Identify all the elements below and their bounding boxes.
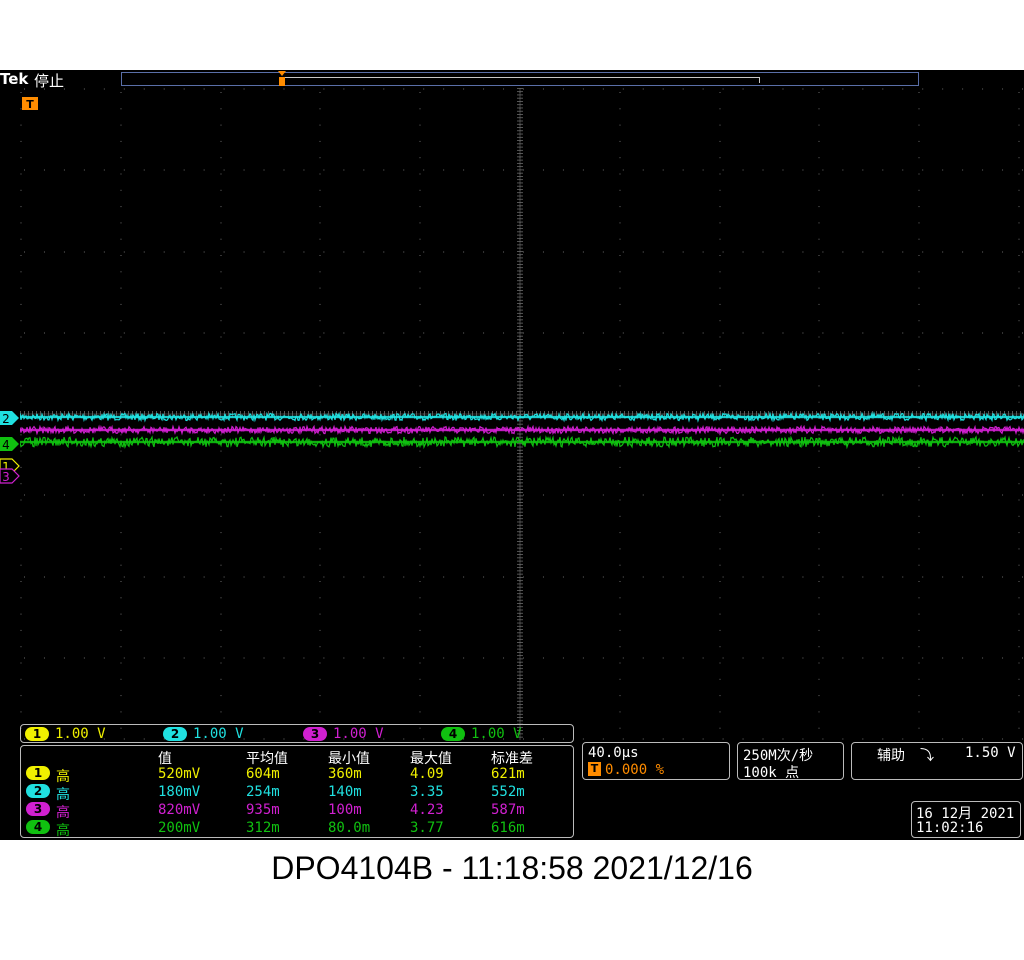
channel-4-scale-value: 1.00 V xyxy=(471,726,522,742)
waveform-traces xyxy=(20,411,1024,450)
row-min: 140m xyxy=(328,784,362,800)
trigger-position-icon: T xyxy=(588,762,601,776)
horizontal-scale: 40.0µs xyxy=(588,745,639,761)
waveform-display: T xyxy=(20,88,1024,740)
row-value: 520mV xyxy=(158,766,201,782)
row-type: 高 xyxy=(56,787,70,803)
svg-text:4: 4 xyxy=(2,438,10,452)
horizontal-readout[interactable]: 40.0µs T 0.000 % xyxy=(582,742,730,780)
scope-screen: Tek 停止 T 2 4 1 3 1 1.00 V 2 1.00 V 3 1.0… xyxy=(0,70,1024,840)
channel-3-scale[interactable]: 3 1.00 V xyxy=(303,726,384,742)
channel-2-scale-value: 1.00 V xyxy=(193,726,244,742)
header-min: 最小值 xyxy=(328,751,370,767)
row-max: 4.23 xyxy=(410,802,444,818)
channel-3-badge: 3 xyxy=(303,727,327,741)
row-type: 高 xyxy=(56,823,70,839)
channel-3-ground-marker[interactable]: 3 xyxy=(0,468,20,484)
row-std: 621m xyxy=(491,766,525,782)
channel-2-scale[interactable]: 2 1.00 V xyxy=(163,726,244,742)
row-max: 3.35 xyxy=(410,784,444,800)
channel-1-scale-value: 1.00 V xyxy=(55,726,106,742)
row-mean: 604m xyxy=(246,766,280,782)
record-length: 100k 点 xyxy=(743,765,800,781)
measurement-row-ch4: 4 高 200mV 312m 80.0m 3.77 616m xyxy=(21,820,575,839)
row-min: 100m xyxy=(328,802,362,818)
row-value: 180mV xyxy=(158,784,201,800)
row-max: 4.09 xyxy=(410,766,444,782)
row-value: 820mV xyxy=(158,802,201,818)
row-mean: 312m xyxy=(246,820,280,836)
svg-text:3: 3 xyxy=(2,470,10,484)
trace-core-0 xyxy=(20,415,1024,419)
channel-4-ground-marker[interactable]: 4 xyxy=(0,436,20,452)
row-std: 587m xyxy=(491,802,525,818)
status-bar: Tek 停止 xyxy=(0,70,1024,90)
acquisition-readout[interactable]: 250M次/秒 100k 点 xyxy=(737,742,844,781)
channel-scale-bar: 1 1.00 V 2 1.00 V 3 1.00 V 4 1.00 V xyxy=(20,724,574,743)
row-std: 616m xyxy=(491,820,525,836)
trigger-position-marker: T xyxy=(22,97,38,111)
row-min: 360m xyxy=(328,766,362,782)
measurement-row-ch3: 3 高 820mV 935m 100m 4.23 587m xyxy=(21,802,575,821)
date-time-readout: 16 12月 2021 11:02:16 xyxy=(911,801,1021,838)
measurement-table: 值 平均值 最小值 最大值 标准差 1 高 520mV 604m 360m 4.… xyxy=(20,745,575,839)
row-type: 高 xyxy=(56,769,70,785)
falling-edge-icon: ⤵ xyxy=(920,748,934,764)
channel-2-ground-marker[interactable]: 2 xyxy=(0,410,20,426)
svg-text:T: T xyxy=(26,98,34,111)
header-max: 最大值 xyxy=(410,751,452,767)
row-channel-badge: 4 xyxy=(26,820,50,834)
trace-core-2 xyxy=(20,440,1024,444)
capture-caption: DPO4104B - 11:18:58 2021/12/16 xyxy=(271,850,753,886)
record-view-window xyxy=(282,77,760,83)
header-std: 标准差 xyxy=(491,751,533,767)
time: 11:02:16 xyxy=(916,820,984,836)
channel-1-badge: 1 xyxy=(25,727,49,741)
row-max: 3.77 xyxy=(410,820,444,836)
header-mean: 平均值 xyxy=(246,751,288,767)
row-mean: 935m xyxy=(246,802,280,818)
row-type: 高 xyxy=(56,805,70,821)
header-value: 值 xyxy=(158,751,172,767)
row-value: 200mV xyxy=(158,820,201,836)
channel-4-scale[interactable]: 4 1.00 V xyxy=(441,726,522,742)
svg-text:2: 2 xyxy=(2,412,10,426)
trigger-source: 辅助 xyxy=(877,748,905,764)
row-min: 80.0m xyxy=(328,820,371,836)
channel-1-scale[interactable]: 1 1.00 V xyxy=(25,726,106,742)
brand-logo: Tek xyxy=(0,70,29,88)
trace-core-1 xyxy=(20,428,1024,432)
measurement-row-ch1: 1 高 520mV 604m 360m 4.09 621m xyxy=(21,766,575,785)
trigger-readout[interactable]: 辅助 ⤵ 1.50 V xyxy=(851,742,1023,780)
row-channel-badge: 1 xyxy=(26,766,50,780)
row-mean: 254m xyxy=(246,784,280,800)
channel-4-badge: 4 xyxy=(441,727,465,741)
trigger-position: 0.000 % xyxy=(605,762,665,778)
row-channel-badge: 2 xyxy=(26,784,50,798)
channel-3-scale-value: 1.00 V xyxy=(333,726,384,742)
measurement-row-ch2: 2 高 180mV 254m 140m 3.35 552m xyxy=(21,784,575,803)
row-channel-badge: 3 xyxy=(26,802,50,816)
trigger-level: 1.50 V xyxy=(965,745,1016,761)
record-trigger-pointer-icon xyxy=(278,71,286,86)
row-std: 552m xyxy=(491,784,525,800)
channel-2-badge: 2 xyxy=(163,727,187,741)
